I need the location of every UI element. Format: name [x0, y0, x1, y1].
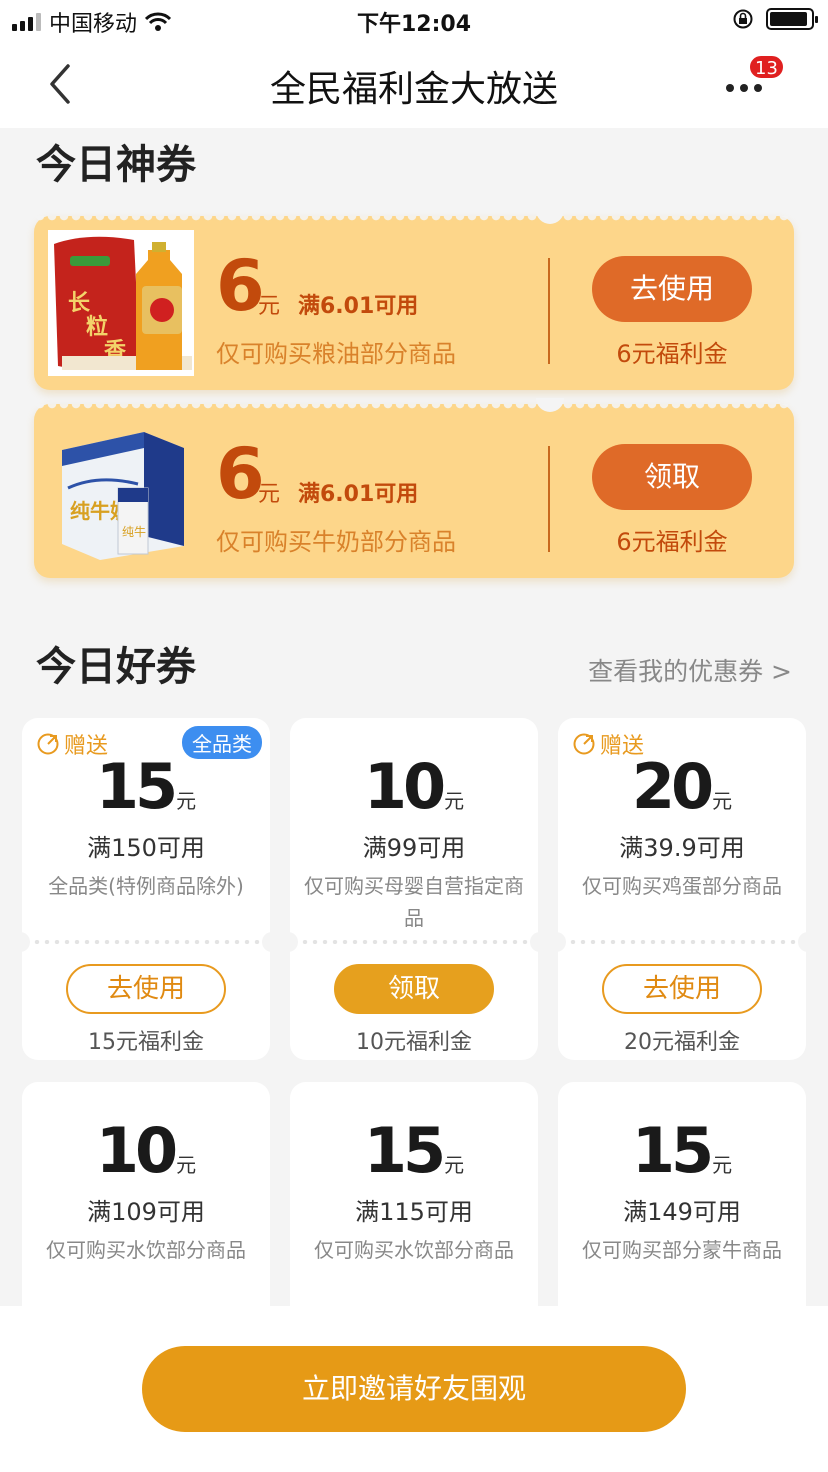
coupon-condition: 满39.9可用	[619, 834, 745, 862]
see-my-coupons-link[interactable]: 查看我的优惠券 >	[588, 652, 792, 688]
coupon-card: 赠送 20 元 满39.9可用 仅可购买鸡蛋部分商品 去使用 20元福利金	[552, 718, 812, 1060]
claim-coupon-button[interactable]: 领取	[334, 964, 494, 1014]
coupon-unit: 元	[712, 1153, 733, 1177]
coupon-amount: 10	[363, 750, 446, 823]
coupon-condition: 满6.01可用	[298, 294, 419, 319]
svg-text:纯牛: 纯牛	[122, 524, 146, 539]
coupon-condition: 满149可用	[623, 1198, 741, 1226]
coupon-card: 10 元 满109可用 仅可购买水饮部分商品	[22, 1082, 270, 1342]
coupon-card: 10 元 满99可用 仅可购买母婴自营指定商品 领取 10元福利金	[284, 718, 544, 1060]
big-coupon: 纯牛奶 纯牛 6 元 满6.01可用 仅可购买牛奶部分商品 领取 6元福利金	[34, 398, 794, 578]
perforation	[22, 940, 270, 944]
section-title-special: 今日神券	[36, 142, 196, 188]
coupon-card: 15 元 满115可用 仅可购买水饮部分商品	[290, 1082, 538, 1342]
coupon-condition: 满115可用	[355, 1198, 473, 1226]
coupon-unit: 元	[712, 789, 733, 813]
notification-badge: 13	[748, 54, 785, 80]
coupon-amount: 15	[95, 750, 178, 823]
status-bar: 中国移动 下午12:04	[0, 0, 828, 40]
coupon-amount: 10	[95, 1114, 178, 1187]
page-title: 全民福利金大放送	[269, 69, 558, 110]
coupon-description: 仅可购买牛奶部分商品	[216, 528, 456, 556]
more-button[interactable]: 13	[726, 54, 785, 104]
use-coupon-button[interactable]: 去使用	[602, 964, 762, 1014]
coupon-description: 仅可购买母婴自营指定商品	[304, 874, 524, 930]
coupon-value: 10元福利金	[356, 1030, 472, 1055]
coupon-condition: 满99可用	[362, 834, 466, 862]
coupon-value: 6元福利金	[616, 528, 728, 556]
section-title-good: 今日好券	[36, 644, 196, 690]
coupon-divider	[548, 446, 550, 552]
coupon-condition: 满6.01可用	[298, 482, 419, 507]
coupon-unit: 元	[444, 789, 465, 813]
coupon-condition: 满150可用	[87, 834, 205, 862]
coupon-amount: 15	[363, 1114, 446, 1187]
coupon-description: 仅可购买粮油部分商品	[216, 340, 456, 368]
coupon-description: 仅可购买水饮部分商品	[314, 1238, 514, 1262]
coupon-unit: 元	[444, 1153, 465, 1177]
coupon-value: 15元福利金	[88, 1030, 204, 1055]
rice-oil-product-image: 长 粒 香	[48, 230, 194, 376]
nav-bar: 全民福利金大放送 13	[0, 40, 828, 128]
coupon-condition: 满109可用	[87, 1198, 205, 1226]
rotation-lock-icon	[733, 9, 753, 29]
svg-text:长: 长	[68, 290, 91, 316]
coupon-value: 6元福利金	[616, 340, 728, 368]
use-coupon-button[interactable]: 去使用	[592, 256, 752, 322]
coupon-unit: 元	[258, 482, 281, 507]
coupon-amount: 20	[631, 750, 714, 823]
invite-friends-button[interactable]: 立即邀请好友围观	[142, 1346, 686, 1432]
perforation	[290, 940, 538, 944]
coupon-description: 仅可购买部分蒙牛商品	[582, 1238, 782, 1262]
coupon-description: 仅可购买水饮部分商品	[46, 1238, 246, 1262]
coupon-divider	[548, 258, 550, 364]
bottom-bar: 立即邀请好友围观	[0, 1306, 828, 1472]
use-coupon-button[interactable]: 去使用	[66, 964, 226, 1014]
coupon-unit: 元	[258, 294, 281, 319]
big-coupon: 长 粒 香 6 元 满6.01可用 仅可购买粮油部分商品 去使用 6元福利金	[34, 210, 794, 390]
coupon-unit: 元	[176, 1153, 197, 1177]
coupon-value: 20元福利金	[624, 1030, 740, 1055]
more-icon	[726, 84, 762, 92]
milk-product-image: 纯牛奶 纯牛	[48, 418, 194, 564]
coupon-card: 15 元 满149可用 仅可购买部分蒙牛商品	[558, 1082, 806, 1342]
claim-coupon-button[interactable]: 领取	[592, 444, 752, 510]
coupon-description: 全品类(特例商品除外)	[48, 874, 244, 898]
coupon-description: 仅可购买鸡蛋部分商品	[582, 874, 782, 898]
svg-text:粒: 粒	[86, 314, 108, 340]
perforation	[558, 940, 806, 944]
coupon-card: 赠送 全品类 15 元 满150可用 全品类(特例商品除外) 去使用 15元福利金	[16, 718, 276, 1060]
coupon-amount: 15	[631, 1114, 714, 1187]
coupon-unit: 元	[176, 789, 197, 813]
battery-icon	[766, 8, 818, 30]
clock: 下午12:04	[356, 12, 472, 37]
